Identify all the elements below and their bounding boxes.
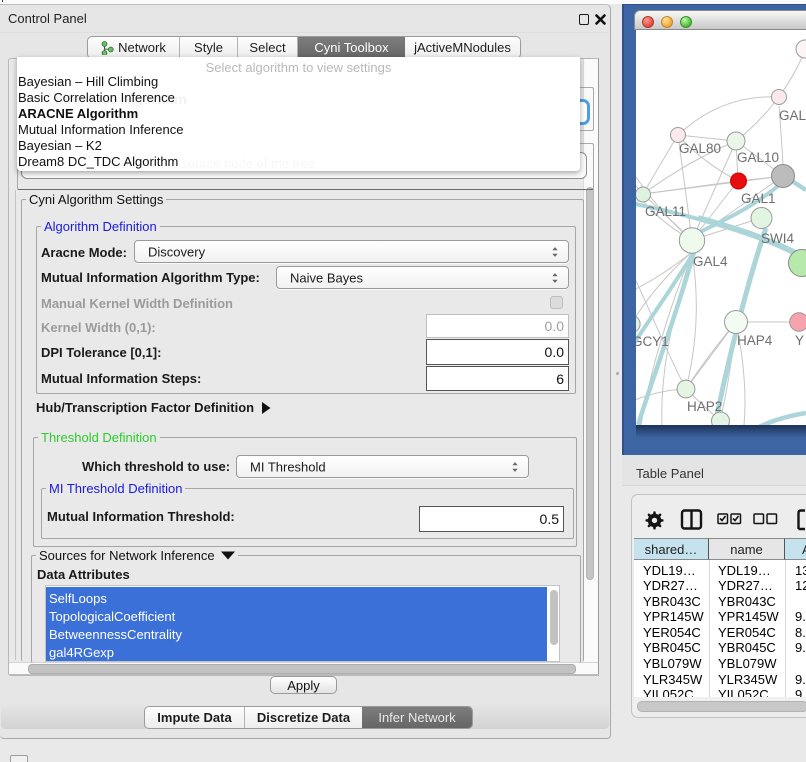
svg-text:GAL80: GAL80	[679, 141, 721, 156]
svg-text:Y: Y	[795, 333, 804, 348]
svg-text:HAP4: HAP4	[737, 333, 773, 348]
svg-text:GAL1: GAL1	[741, 191, 776, 206]
svg-text:SWI4: SWI4	[761, 231, 794, 246]
svg-text:HAP2: HAP2	[687, 399, 722, 414]
svg-text:GAL10: GAL10	[737, 150, 779, 165]
svg-text:GCY1: GCY1	[636, 334, 669, 349]
svg-text:GAL11: GAL11	[645, 204, 686, 219]
svg-text:GAL4: GAL4	[693, 254, 728, 269]
svg-text:GAL: GAL	[779, 108, 806, 123]
